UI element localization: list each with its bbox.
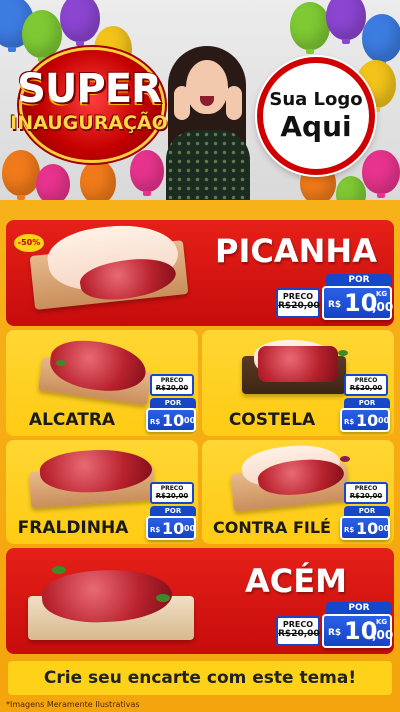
header-banner: SUPER INAUGURAÇÃO Sua Logo Aqui: [0, 0, 400, 200]
product-card-costela[interactable]: COSTELA PRECO R$20,00 POR R$ 10 ,00: [202, 330, 394, 436]
herb-icon: [56, 360, 66, 366]
price-value: R$ 10 KG ,00: [322, 614, 393, 648]
balloon-icon: [362, 150, 400, 198]
por-label: POR: [326, 274, 392, 286]
balloon-icon: [60, 0, 100, 46]
logo-placeholder[interactable]: Sua Logo Aqui: [257, 57, 375, 175]
price-value: R$ 10 ,00: [340, 516, 390, 540]
costela-meat-icon: [258, 346, 338, 382]
disclaimer-text: *Imagens Meramente Ilustrativas: [6, 700, 140, 709]
price-value: R$ 10 ,00: [146, 516, 196, 540]
hero-title-inauguracao: INAUGURAÇÃO: [10, 112, 168, 134]
product-name: ACÉM: [245, 562, 347, 600]
product-name: COSTELA: [228, 410, 316, 430]
product-card-alcatra[interactable]: ALCATRA PRECO R$20,00 POR R$ 10 ,00: [6, 330, 198, 436]
woman-photo: [160, 46, 260, 200]
discount-badge: -50%: [14, 234, 44, 252]
por-label: POR: [326, 602, 392, 614]
balloon-icon: [362, 14, 400, 66]
preco-box: PRECO R$20,00: [150, 374, 194, 396]
product-card-picanha[interactable]: -50% PICANHA POR PRECO R$20,00 R$ 10 KG …: [6, 220, 394, 326]
balloon-icon: [290, 2, 330, 54]
product-name: ALCATRA: [28, 410, 116, 430]
por-label: POR: [150, 398, 196, 408]
preco-box: PRECO R$20,00: [276, 288, 320, 318]
price-value: R$ 10 ,00: [340, 408, 390, 432]
price-tag: PRECO R$20,00 POR R$ 10 ,00: [146, 482, 196, 542]
price-tag: PRECO R$20,00 POR R$ 10 ,00: [340, 482, 390, 542]
price-tag: PRECO R$20,00 POR R$ 10 ,00: [340, 374, 390, 434]
product-card-contra-file[interactable]: CONTRA FILÉ PRECO R$20,00 POR R$ 10 ,00: [202, 440, 394, 544]
herb-icon: [156, 594, 170, 602]
preco-box: PRECO R$20,00: [150, 482, 194, 504]
price-value: R$ 10 ,00: [146, 408, 196, 432]
logo-text-line2: Aqui: [280, 110, 352, 143]
hero-title: SUPER INAUGURAÇÃO: [4, 40, 174, 170]
herb-icon: [340, 456, 350, 462]
herb-icon: [338, 350, 348, 356]
price-value: R$ 10 KG ,00: [322, 286, 393, 320]
product-name: PICANHA: [215, 232, 377, 270]
product-name: FRALDINHA: [17, 518, 129, 538]
price-tag: POR PRECO R$20,00 R$ 10 KG ,00: [276, 274, 393, 322]
preco-box: PRECO R$20,00: [276, 616, 320, 646]
preco-box: PRECO R$20,00: [344, 374, 388, 396]
por-label: POR: [344, 398, 390, 408]
logo-text-line1: Sua Logo: [269, 89, 363, 110]
herb-icon: [52, 566, 66, 574]
cta-button[interactable]: Crie seu encarte com este tema!: [8, 661, 392, 695]
product-card-fraldinha[interactable]: FRALDINHA PRECO R$20,00 POR R$ 10 ,00: [6, 440, 198, 544]
preco-box: PRECO R$20,00: [344, 482, 388, 504]
por-label: POR: [150, 506, 196, 516]
por-label: POR: [344, 506, 390, 516]
balloon-icon: [336, 176, 366, 200]
balloon-icon: [326, 0, 366, 44]
hero-title-super: SUPER: [17, 66, 162, 112]
price-tag: PRECO R$20,00 POR R$ 10 ,00: [146, 374, 196, 434]
price-tag: POR PRECO R$20,00 R$ 10 KG ,00: [276, 602, 393, 650]
product-name: CONTRA FILÉ: [213, 518, 331, 537]
product-card-acem[interactable]: ACÉM POR PRECO R$20,00 R$ 10 KG ,00: [6, 548, 394, 654]
